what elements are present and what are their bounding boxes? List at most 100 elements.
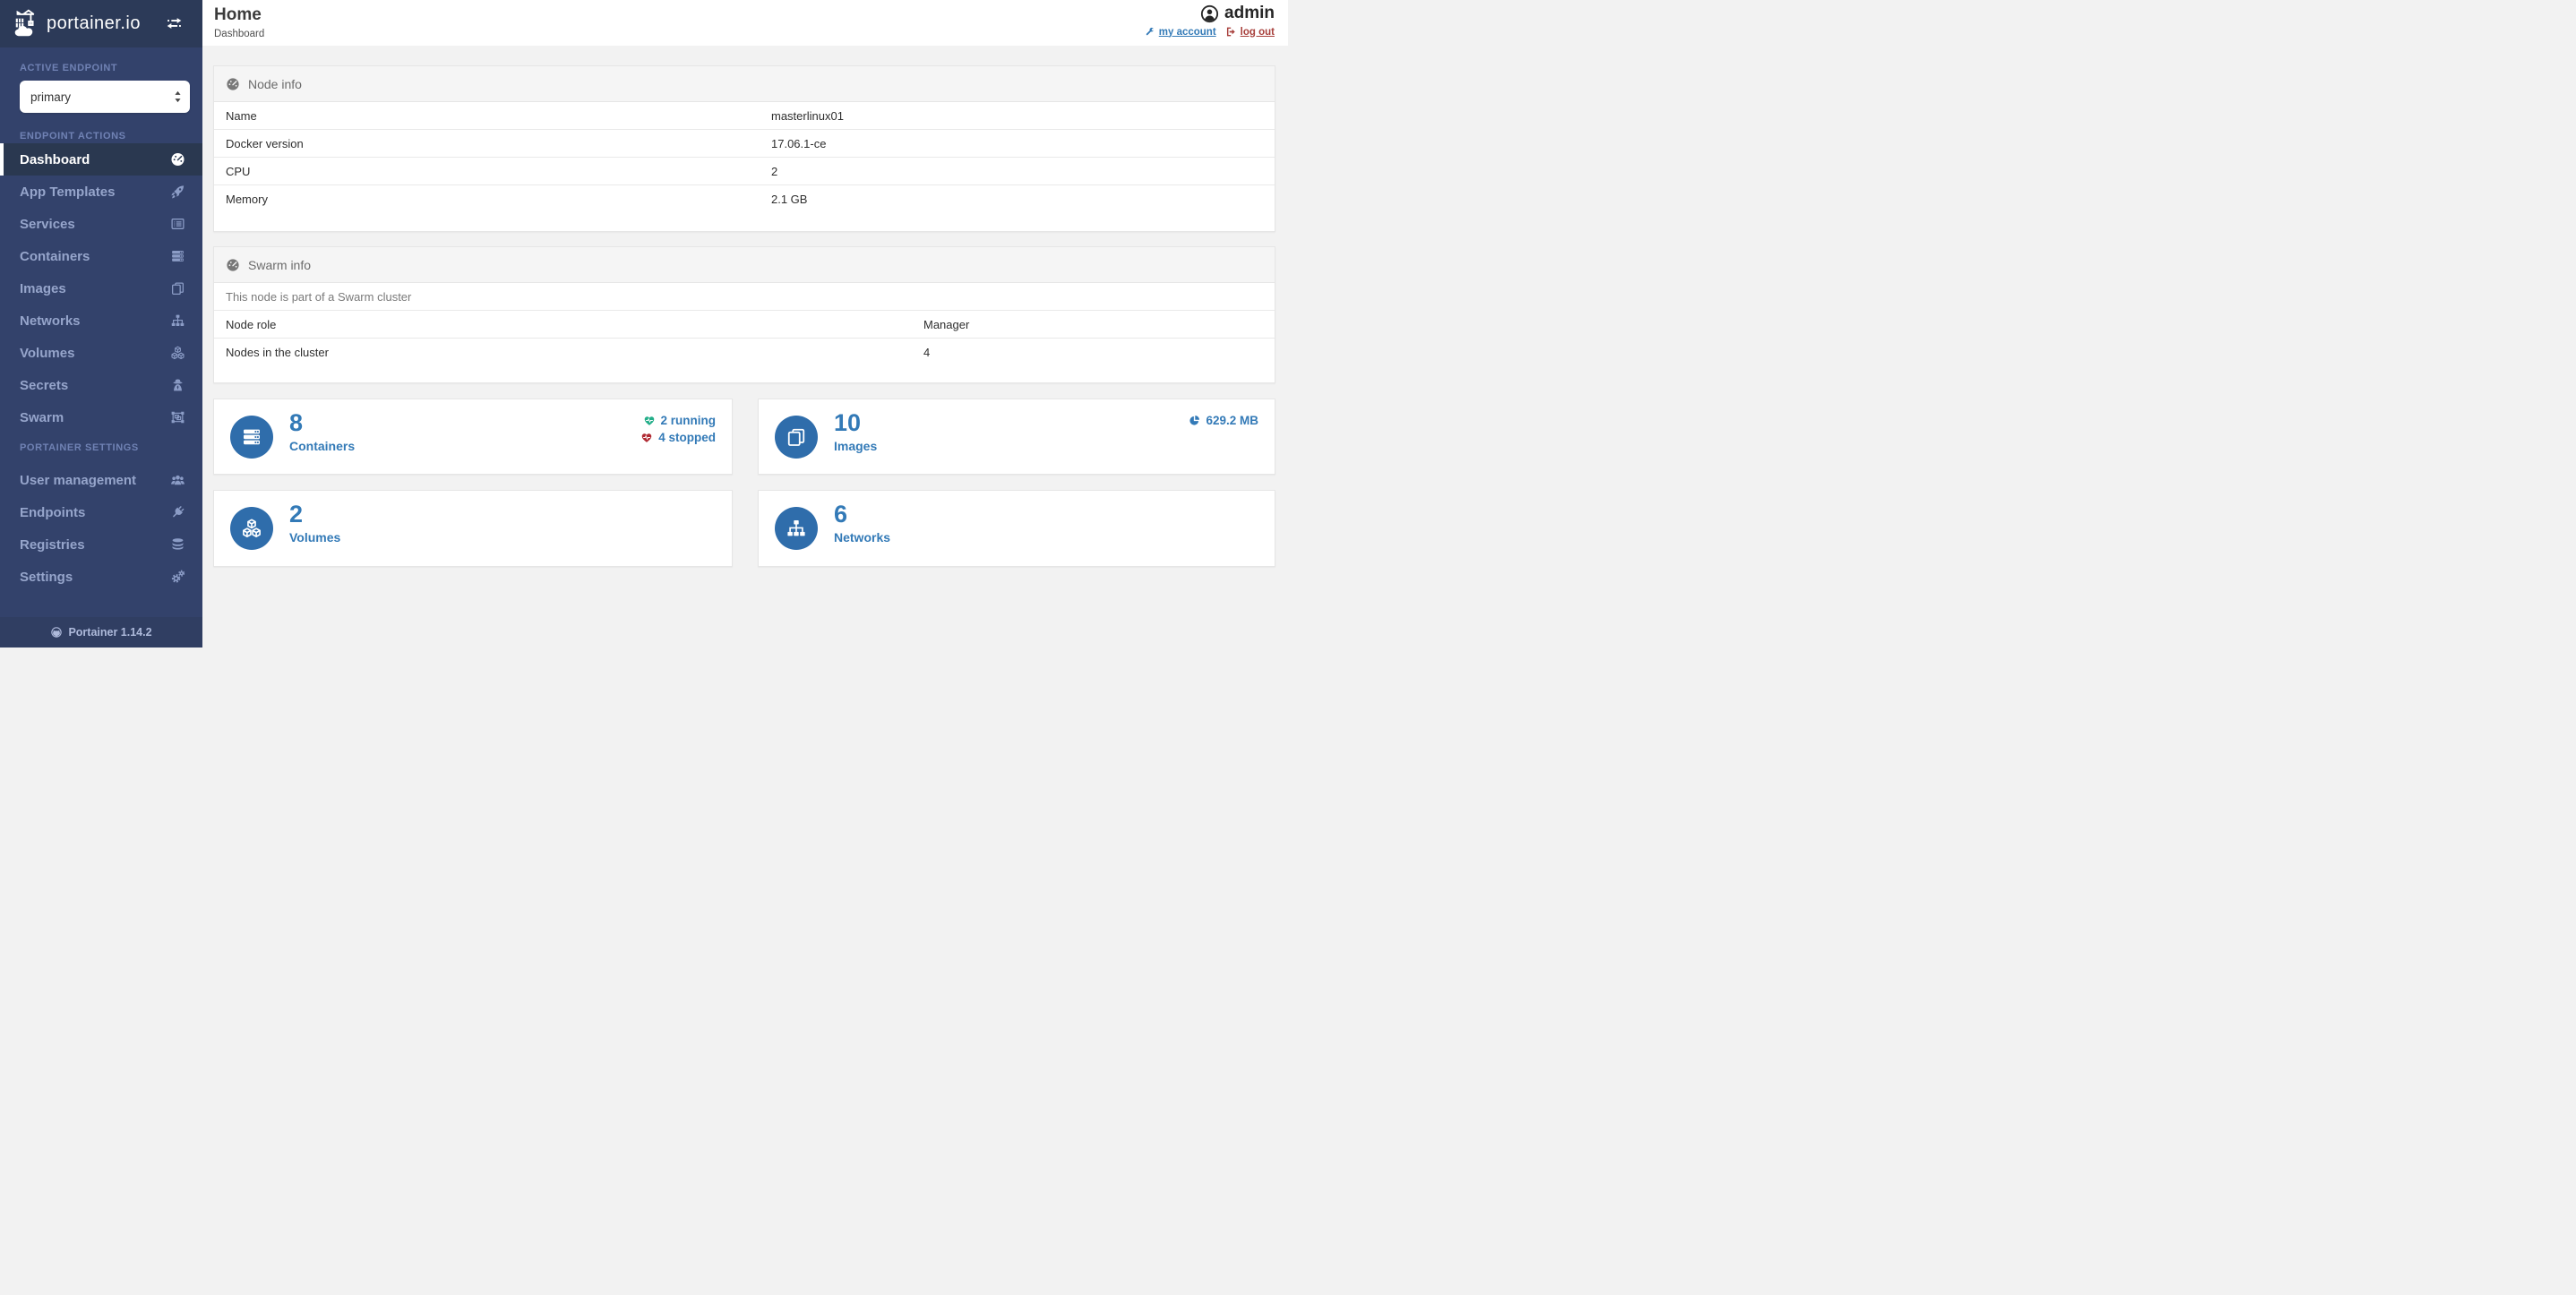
- sidebar-item-containers[interactable]: Containers: [0, 240, 202, 272]
- table-row: Docker version 17.06.1-ce: [214, 130, 1275, 158]
- pie-chart-icon: [1189, 415, 1200, 426]
- images-label: Images: [834, 439, 877, 453]
- sidebar-item-user-management[interactable]: User management: [0, 464, 202, 496]
- running-count: 2 running: [661, 412, 717, 429]
- networks-tile-circle: [775, 507, 818, 550]
- sidebar-item-label: Swarm: [20, 410, 64, 425]
- my-account-link[interactable]: my account: [1144, 26, 1216, 38]
- containers-tile-circle: [230, 416, 273, 459]
- row-value: 17.06.1-ce: [771, 137, 826, 150]
- networks-count: 6: [834, 501, 890, 527]
- table-row: Node role Manager: [214, 311, 1275, 339]
- sidebar-item-label: Endpoints: [20, 505, 85, 520]
- row-label: Node role: [226, 318, 923, 331]
- active-endpoint-label: ACTIVE ENDPOINT: [0, 63, 117, 73]
- breadcrumb: Dashboard: [214, 29, 264, 39]
- row-value: Manager: [923, 318, 969, 331]
- cogs-icon: [170, 570, 185, 585]
- tachometer-icon: [226, 77, 240, 91]
- settings-menu: User management Endpoints Registries Set…: [0, 464, 202, 593]
- node-info-title: Node info: [248, 77, 302, 91]
- users-icon: [170, 473, 185, 488]
- swarm-info-header: Swarm info: [214, 247, 1275, 283]
- sidebar-item-label: Settings: [20, 570, 73, 585]
- page-title: Home: [214, 5, 262, 25]
- images-count: 10: [834, 409, 877, 436]
- row-value: masterlinux01: [771, 109, 844, 123]
- sidebar-item-label: Networks: [20, 313, 81, 329]
- brand-name: portainer.io: [47, 13, 141, 34]
- tachometer-icon: [226, 258, 240, 272]
- containers-count: 8: [289, 409, 355, 436]
- plug-icon: [170, 505, 185, 520]
- networks-tile[interactable]: 6 Networks: [758, 490, 1275, 567]
- images-tile-circle: [775, 416, 818, 459]
- row-value: 4: [923, 346, 930, 359]
- tachometer-icon: [170, 152, 185, 167]
- cluster-message: This node is part of a Swarm cluster: [226, 290, 411, 304]
- endpoint-select-value: primary: [30, 90, 71, 104]
- select-caret-icon: [174, 90, 182, 104]
- sidebar-footer[interactable]: Portainer 1.14.2: [0, 617, 202, 648]
- volumes-count: 2: [289, 501, 340, 527]
- sidebar-item-endpoints[interactable]: Endpoints: [0, 496, 202, 528]
- portainer-settings-label: PORTAINER SETTINGS: [0, 442, 139, 453]
- list-icon: [170, 217, 185, 232]
- networks-label: Networks: [834, 530, 890, 545]
- volumes-tile-circle: [230, 507, 273, 550]
- sidebar-item-images[interactable]: Images: [0, 272, 202, 304]
- cluster-message-row: This node is part of a Swarm cluster: [214, 283, 1275, 311]
- cubes-icon: [170, 346, 185, 361]
- row-label: Name: [226, 109, 771, 123]
- sidebar-toggle-icon[interactable]: [166, 16, 183, 30]
- endpoint-actions-label: ENDPOINT ACTIONS: [0, 131, 126, 142]
- node-info-header: Node info: [214, 66, 1275, 102]
- user-block: admin my account log out: [1144, 4, 1275, 38]
- sidebar: portainer.io ACTIVE ENDPOINT primary END…: [0, 0, 202, 648]
- containers-tile[interactable]: 8 Containers 2 running 4 stopped: [213, 399, 733, 475]
- sidebar-item-networks[interactable]: Networks: [0, 304, 202, 337]
- sidebar-item-app-templates[interactable]: App Templates: [0, 176, 202, 208]
- sidebar-item-swarm[interactable]: Swarm: [0, 401, 202, 433]
- sitemap-icon: [170, 313, 185, 329]
- row-label: Docker version: [226, 137, 771, 150]
- database-icon: [170, 537, 185, 553]
- sidebar-item-settings[interactable]: Settings: [0, 561, 202, 593]
- containers-label: Containers: [289, 439, 355, 453]
- clone-icon: [170, 281, 185, 296]
- server-icon: [170, 249, 185, 264]
- wrench-icon: [1144, 26, 1155, 38]
- endpoint-menu: Dashboard App Templates Services Contain…: [0, 143, 202, 433]
- swarm-info-panel: Swarm info This node is part of a Swarm …: [213, 246, 1275, 383]
- heartbeat-stopped-icon: [640, 432, 653, 444]
- clone-icon: [786, 426, 807, 448]
- stopped-count: 4 stopped: [658, 429, 716, 446]
- top-header: Home Dashboard admin my account log out: [202, 0, 1288, 46]
- sidebar-item-label: Images: [20, 281, 66, 296]
- log-out-link[interactable]: log out: [1225, 26, 1275, 38]
- volumes-label: Volumes: [289, 530, 340, 545]
- heartbeat-running-icon: [643, 415, 656, 427]
- images-size: 629.2 MB: [1206, 412, 1258, 429]
- table-row: CPU 2: [214, 158, 1275, 185]
- swarm-info-title: Swarm info: [248, 258, 311, 272]
- sitemap-icon: [786, 518, 807, 539]
- sidebar-item-label: Dashboard: [20, 152, 90, 167]
- my-account-label: my account: [1159, 27, 1216, 38]
- sidebar-item-label: User management: [20, 473, 136, 488]
- sidebar-item-dashboard[interactable]: Dashboard: [0, 143, 202, 176]
- sidebar-item-volumes[interactable]: Volumes: [0, 337, 202, 369]
- row-label: Nodes in the cluster: [226, 346, 923, 359]
- volumes-tile[interactable]: 2 Volumes: [213, 490, 733, 567]
- object-group-icon: [170, 410, 185, 425]
- sidebar-item-services[interactable]: Services: [0, 208, 202, 240]
- sidebar-item-registries[interactable]: Registries: [0, 528, 202, 561]
- images-tile[interactable]: 10 Images 629.2 MB: [758, 399, 1275, 475]
- row-value: 2.1 GB: [771, 193, 807, 206]
- row-label: CPU: [226, 165, 771, 178]
- portainer-crane-icon: [13, 8, 43, 40]
- username: admin: [1224, 4, 1275, 23]
- endpoint-select[interactable]: primary: [20, 81, 190, 113]
- sidebar-item-label: Containers: [20, 249, 90, 264]
- sidebar-item-secrets[interactable]: Secrets: [0, 369, 202, 401]
